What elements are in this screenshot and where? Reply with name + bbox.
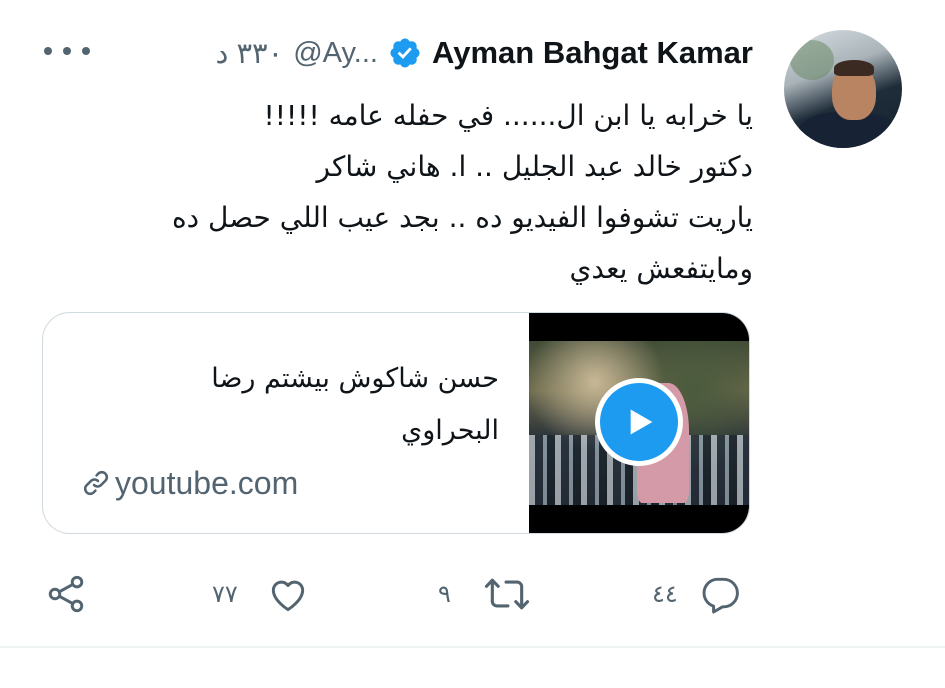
video-thumbnail[interactable]: [529, 313, 749, 533]
retweet-count: ٩: [438, 580, 451, 608]
tweet-line: ياريت تشوفوا الفيديو ده .. بجد عيب اللي …: [172, 201, 753, 234]
reply-icon: [702, 577, 739, 614]
author-handle[interactable]: @Ay...: [293, 37, 378, 70]
like-button[interactable]: ٧٧: [212, 572, 310, 616]
card-domain: youtube.com: [79, 461, 298, 505]
more-icon[interactable]: [44, 36, 90, 66]
tweet-time[interactable]: ٣٣٠ د: [215, 36, 283, 71]
play-icon[interactable]: [595, 378, 683, 466]
retweet-icon: [484, 578, 529, 610]
card-title: حسن شاكوش بيشتم رضا البحراوي: [79, 353, 499, 457]
verified-badge-icon: [390, 38, 420, 68]
divider: [0, 646, 945, 648]
tweet-body: يا خرابه يا ابن ال...... في حفله عامه !!…: [83, 90, 753, 294]
share-icon: [48, 575, 84, 613]
reply-count: ٤٤: [652, 580, 678, 608]
link-icon: [83, 470, 109, 496]
avatar-hair: [834, 60, 874, 76]
card-title-line: البحراوي: [401, 415, 499, 446]
tweet-line: ومايتفعش يعدي: [569, 252, 753, 285]
card-domain-text: youtube.com: [115, 464, 299, 501]
share-button[interactable]: [44, 572, 88, 616]
tweet-line: دكتور خالد عبد الجليل .. ا. هاني شاكر: [316, 150, 753, 183]
tweet-header: ٣٣٠ د @Ay... Ayman Bahgat Kamar: [215, 30, 753, 76]
tweet-line: يا خرابه يا ابن ال...... في حفله عامه !!…: [263, 99, 753, 132]
author-avatar[interactable]: [784, 30, 902, 148]
card-title-line: حسن شاكوش بيشتم رضا: [211, 363, 499, 394]
like-icon: [271, 580, 304, 612]
reply-button[interactable]: ٤٤: [652, 572, 742, 616]
avatar-background-tree: [790, 40, 834, 80]
author-name[interactable]: Ayman Bahgat Kamar: [432, 35, 753, 71]
like-count: ٧٧: [212, 580, 238, 608]
retweet-button[interactable]: ٩: [438, 572, 531, 616]
link-preview-card[interactable]: حسن شاكوش بيشتم رضا البحراوي youtube.com: [42, 312, 750, 534]
